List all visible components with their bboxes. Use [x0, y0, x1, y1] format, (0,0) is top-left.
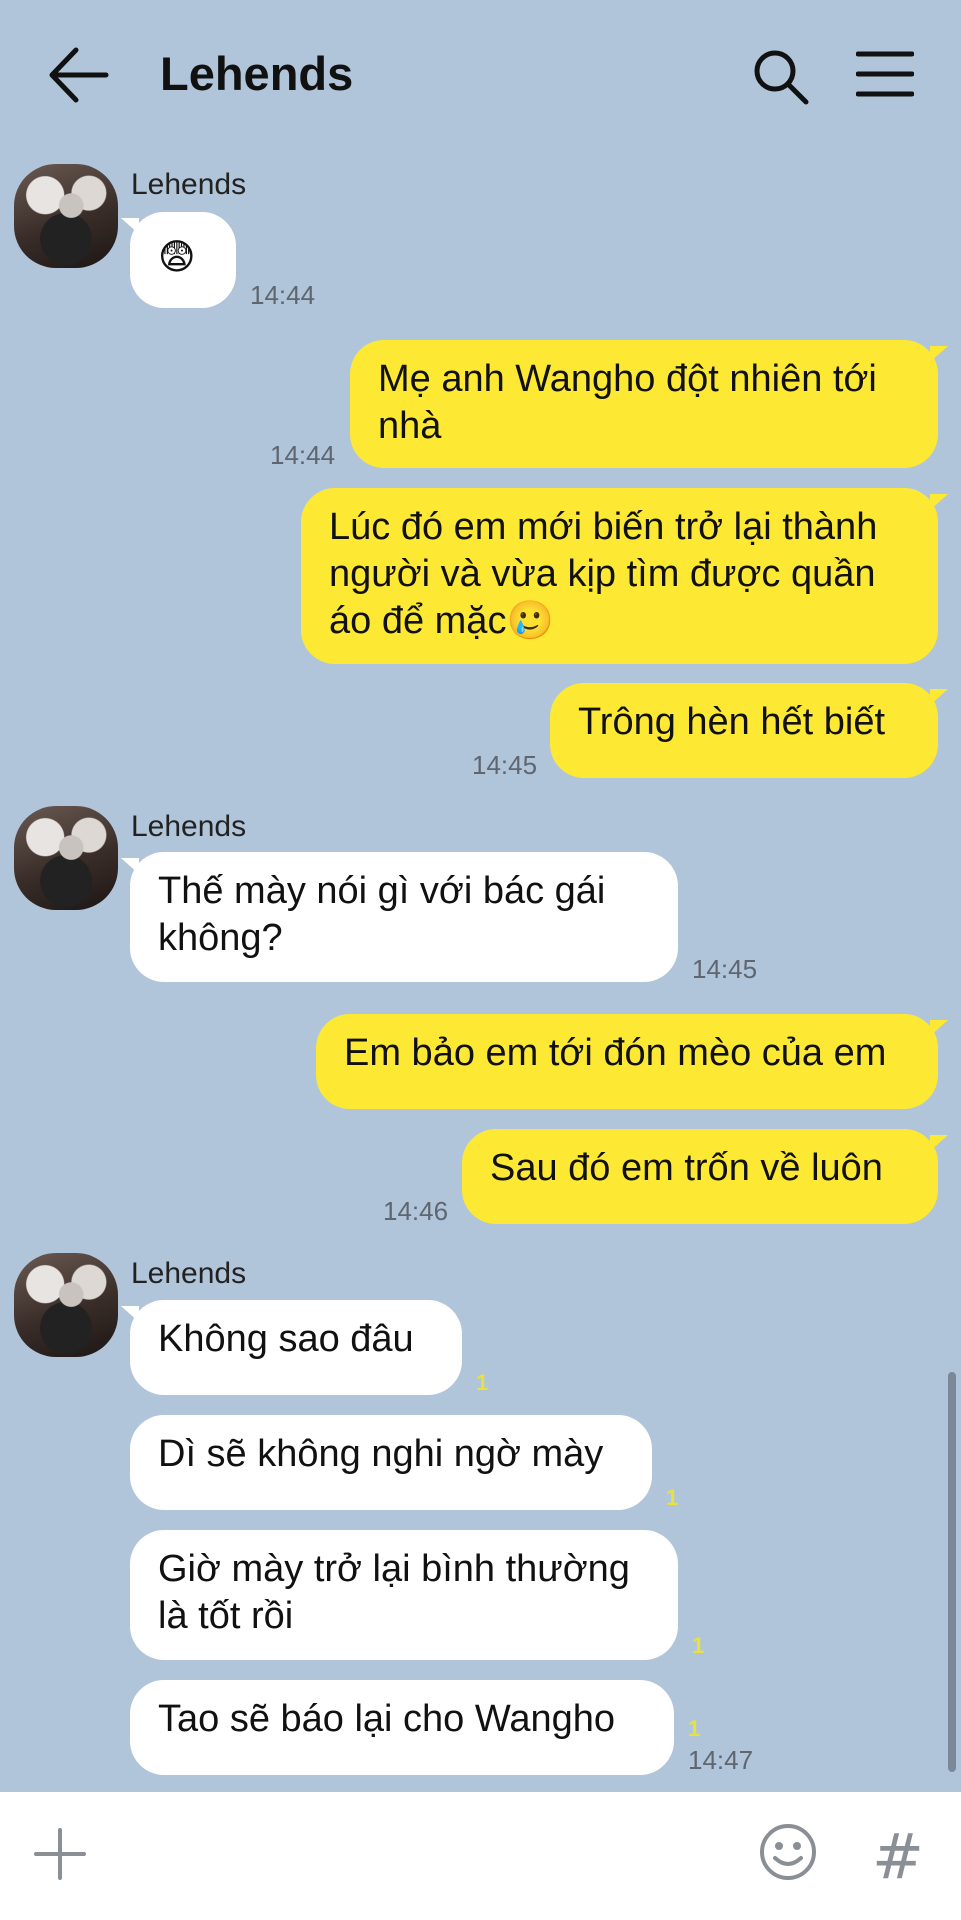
message-bubble-incoming[interactable]: Tao sẽ báo lại cho Wangho — [130, 1680, 674, 1775]
message-bubble-incoming[interactable]: Dì sẽ không nghi ngờ mày — [130, 1415, 652, 1510]
message-bubble-outgoing[interactable]: Sau đó em trốn về luôn — [462, 1129, 948, 1224]
message-time: 14:45 — [472, 750, 538, 780]
unread-count: 1 — [692, 1633, 705, 1658]
message-time: 14:44 — [270, 440, 336, 470]
avatar[interactable] — [14, 164, 118, 268]
avatar[interactable] — [14, 806, 118, 910]
chat-header: Lehends — [0, 0, 961, 150]
scrollbar[interactable] — [948, 1372, 956, 1772]
message-bubble-outgoing[interactable]: Mẹ anh Wangho đột nhiên tới nhà — [350, 340, 948, 468]
message-time: 14:46 — [383, 1196, 449, 1226]
emoji-icon[interactable] — [758, 1822, 818, 1882]
sender-name: Lehends — [131, 810, 247, 843]
message-time: 14:47 — [688, 1745, 754, 1775]
message-bubble-incoming[interactable]: 😨 — [121, 212, 236, 308]
plus-icon[interactable] — [32, 1826, 88, 1882]
menu-icon[interactable] — [856, 50, 914, 98]
message-time: 14:45 — [692, 954, 758, 984]
message-bubble-outgoing[interactable]: Trông hèn hết biết — [550, 683, 948, 778]
chat-title: Lehends — [160, 47, 354, 100]
arrow-left-icon[interactable] — [44, 44, 112, 106]
unread-count: 1 — [666, 1485, 679, 1510]
input-bar: # — [0, 1792, 961, 1920]
sender-name: Lehends — [131, 168, 247, 201]
message-bubble-outgoing[interactable]: Lúc đó em mới biến trở lại thành người v… — [301, 488, 948, 664]
avatar[interactable] — [14, 1253, 118, 1357]
unread-count: 1 — [476, 1370, 489, 1395]
sender-name: Lehends — [131, 1257, 247, 1290]
message-bubble-outgoing[interactable]: Em bảo em tới đón mèo của em — [316, 1014, 948, 1109]
message-time: 14:44 — [250, 280, 316, 310]
message-bubble-incoming[interactable]: Giờ mày trở lại bình thường là tốt rồi — [130, 1530, 678, 1660]
message-bubble-incoming[interactable]: Thế mày nói gì với bác gái không? — [121, 852, 678, 982]
message-bubble-incoming[interactable]: Không sao đâu — [121, 1300, 462, 1395]
hashtag-button[interactable]: # — [872, 1820, 924, 1893]
search-icon[interactable] — [752, 48, 810, 106]
unread-count: 1 — [688, 1716, 701, 1741]
